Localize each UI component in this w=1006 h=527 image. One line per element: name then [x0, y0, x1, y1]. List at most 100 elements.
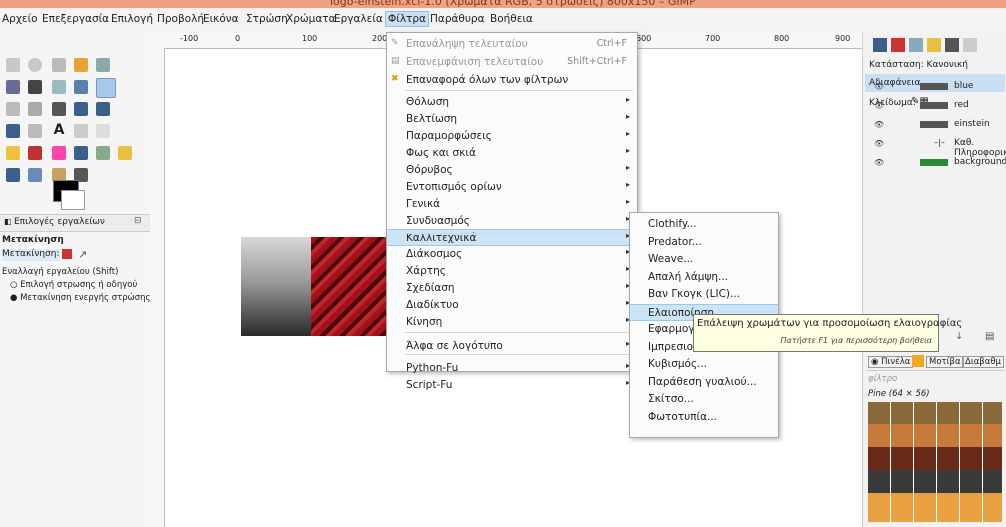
heal-icon[interactable] — [6, 168, 20, 182]
tab-patterns[interactable]: Μοτίβα — [926, 356, 964, 368]
artistic-menu-item[interactable]: Predator... — [630, 234, 778, 251]
menu-tools[interactable]: Εργαλεία — [334, 13, 383, 25]
airbrush-icon[interactable] — [74, 146, 88, 160]
visibility-icon[interactable]: 👁 — [874, 158, 884, 167]
anchor-layer-icon[interactable]: ↓ — [955, 331, 963, 342]
artistic-menu-item[interactable]: Clothify... — [630, 216, 778, 233]
menu-view[interactable]: Προβολή — [157, 13, 204, 25]
move-tool-icon[interactable] — [96, 78, 116, 98]
paths-icon[interactable] — [6, 80, 20, 94]
option-pick-layer[interactable]: ○ Επιλογή στρωσης ή οδηγού — [10, 280, 137, 290]
menu-image[interactable]: Εικόνα — [203, 13, 239, 25]
layer-row-blue[interactable]: 👁 blue — [862, 78, 1006, 96]
filters-menu-item[interactable]: Συνδυασμός ▸ — [387, 213, 637, 230]
filters-menu-item[interactable]: Βελτίωση ▸ — [387, 111, 637, 128]
menu-filters[interactable]: Φίλτρα — [385, 11, 429, 27]
option-move-active[interactable]: ● Μετακίνηση ενεργής στρώσης — [10, 293, 151, 303]
visibility-icon[interactable]: 👁 — [874, 139, 884, 148]
brush-tab-icon[interactable] — [945, 38, 959, 52]
menu-file[interactable]: Αρχείο — [2, 13, 38, 25]
filters-menu-item[interactable]: Διαδίκτυο ▸ — [387, 297, 637, 314]
filters-menu-item[interactable]: Χάρτης ▸ — [387, 263, 637, 280]
layers-tab-icon[interactable] — [873, 38, 887, 52]
visibility-icon[interactable]: 👁 — [874, 82, 884, 91]
ink-icon[interactable] — [96, 146, 110, 160]
menu-colors[interactable]: Χρώματα — [286, 13, 336, 25]
measure-icon[interactable] — [74, 80, 88, 94]
move-layer-mode-icon[interactable] — [62, 249, 72, 259]
pencil-icon[interactable] — [6, 146, 20, 160]
scale-icon[interactable] — [74, 102, 88, 116]
channels-tab-icon[interactable] — [891, 38, 905, 52]
filters-menu-item[interactable]: Φως και σκιά ▸ — [387, 145, 637, 162]
filters-menu-item[interactable]: Κίνηση ▸ — [387, 314, 637, 331]
menu-edit[interactable]: Επεξεργασία — [42, 13, 109, 25]
text-tool-icon[interactable]: A — [52, 122, 66, 138]
paths-tab-icon[interactable] — [909, 38, 923, 52]
paintbrush-icon[interactable] — [28, 146, 42, 160]
filters-menu-item[interactable]: ✖ Επαναφορά όλων των φίλτρων — [387, 72, 637, 89]
filters-menu-item[interactable]: Παραμορφώσεις ▸ — [387, 128, 637, 145]
fuzzy-select-icon[interactable] — [74, 58, 88, 72]
shear-icon[interactable] — [96, 102, 110, 116]
rotate-icon[interactable] — [52, 102, 66, 116]
lasso-icon[interactable] — [52, 58, 66, 72]
filters-menu-item[interactable]: Python-Fu ▸ — [387, 360, 637, 377]
artistic-menu-item[interactable]: Σκίτσο... — [630, 391, 778, 408]
background-color[interactable] — [61, 190, 85, 210]
artistic-menu-item[interactable]: Weave... — [630, 251, 778, 268]
blend-icon[interactable] — [96, 124, 110, 138]
tool-options-tab[interactable]: ◧ Επιλογές εργαλείων ⊟ — [0, 214, 150, 232]
layer-row-background[interactable]: 👁 background — [862, 154, 1006, 172]
image-canvas[interactable] — [241, 237, 391, 336]
eraser-icon[interactable] — [52, 146, 66, 160]
menu-layer[interactable]: Στρώση — [246, 13, 288, 25]
visibility-icon[interactable]: 👁 — [874, 101, 884, 110]
smudge-icon[interactable] — [28, 168, 42, 182]
tab-brushes[interactable]: ◉ Πινέλα — [868, 356, 914, 368]
bucket-fill-icon[interactable] — [74, 124, 88, 138]
filters-menu-item[interactable]: Άλφα σε λογότυπο ▸ — [387, 338, 637, 355]
align-icon[interactable] — [6, 102, 20, 116]
crop-icon[interactable] — [28, 102, 42, 116]
tab-menu-icon[interactable]: ⊟ — [134, 216, 142, 226]
menu-select[interactable]: Επιλογή — [111, 13, 153, 25]
rect-select-icon[interactable] — [6, 58, 20, 72]
artistic-menu-item[interactable]: Φωτοτυπία... — [630, 409, 778, 426]
move-path-mode-icon[interactable]: ↗ — [78, 248, 87, 261]
perspective-icon[interactable] — [6, 124, 20, 138]
color-picker-icon[interactable] — [28, 80, 42, 94]
artistic-menu-item[interactable]: Απαλή λάμψη... — [630, 269, 778, 286]
undo-tab-icon[interactable] — [927, 38, 941, 52]
layer-mode[interactable]: Κατάσταση: Κανονική — [869, 60, 968, 70]
zoom-icon[interactable] — [52, 80, 66, 94]
menu-help[interactable]: Βοήθεια — [490, 13, 533, 25]
visibility-icon[interactable]: 👁 — [874, 120, 884, 129]
filters-menu-item[interactable]: Καλλιτεχνικά ▸ — [387, 229, 637, 246]
filters-menu-item[interactable]: Εντοπισμός ορίων ▸ — [387, 179, 637, 196]
filters-menu-item[interactable]: ✎ Επανάληψη τελευταίου Ctrl+F — [387, 36, 637, 53]
filters-menu-item[interactable]: Script-Fu ▸ — [387, 377, 637, 394]
clone-icon[interactable] — [118, 146, 132, 160]
patterns-filter-input[interactable]: φίλτρο — [868, 374, 1002, 386]
flip-icon[interactable] — [28, 124, 42, 138]
layer-row-red[interactable]: 👁 red — [862, 97, 1006, 115]
scissors-icon[interactable] — [96, 58, 110, 72]
artistic-menu-item[interactable]: Βαν Γκογκ (LIC)... — [630, 286, 778, 303]
artistic-menu-item[interactable]: Παράθεση γυαλιού... — [630, 374, 778, 391]
tab-gradients[interactable]: Διαβαθμ — [962, 356, 1004, 368]
filters-menu-item[interactable]: Διάκοσμος ▸ — [387, 246, 637, 263]
patterns-grid[interactable] — [868, 402, 1002, 522]
filters-menu-item[interactable]: ▤ Επανεμφάνιση τελευταίου Shift+Ctrl+F — [387, 54, 637, 71]
menu-windows[interactable]: Παράθυρα — [430, 13, 485, 25]
layer-row-einstein[interactable]: 👁 einstein — [862, 116, 1006, 134]
filters-menu-item[interactable]: Σχεδίαση ▸ — [387, 280, 637, 297]
filters-menu-item[interactable]: Γενικά ▸ — [387, 196, 637, 213]
filters-menu-item[interactable]: Θόλωση ▸ — [387, 94, 637, 111]
layer-row-text[interactable]: 👁 –|– Καθ. Πληροφορική — [862, 135, 1006, 158]
filters-menu-item[interactable]: Θόρυβος ▸ — [387, 162, 637, 179]
artistic-menu-item[interactable]: Κυβισμός... — [630, 356, 778, 373]
delete-layer-icon[interactable]: ▤ — [985, 331, 994, 342]
ellipse-select-icon[interactable] — [28, 58, 42, 72]
images-tab-icon[interactable] — [963, 38, 977, 52]
